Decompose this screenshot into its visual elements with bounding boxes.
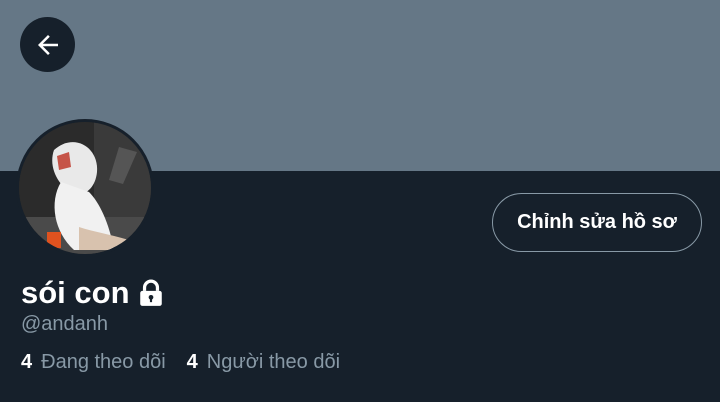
followers-label: Người theo dõi (206, 351, 341, 373)
display-name-row: sói con (21, 272, 164, 314)
avatar[interactable] (16, 119, 154, 257)
profile-handle: @andanh (21, 313, 109, 335)
followers-count: 4 (186, 351, 198, 373)
arrow-left-icon (33, 30, 63, 60)
following-stat[interactable]: 4 Đang theo dõi (21, 351, 166, 374)
following-count: 4 (21, 351, 33, 373)
back-button[interactable] (20, 17, 75, 72)
lock-icon (138, 279, 164, 307)
followers-stat[interactable]: 4 Người theo dõi (187, 351, 340, 374)
edit-profile-button[interactable]: Chỉnh sửa hồ sơ (492, 193, 702, 252)
follow-stats: 4 Đang theo dõi 4 Người theo dõi (21, 351, 340, 374)
following-label: Đang theo dõi (41, 351, 166, 373)
display-name: sói con (21, 275, 130, 310)
